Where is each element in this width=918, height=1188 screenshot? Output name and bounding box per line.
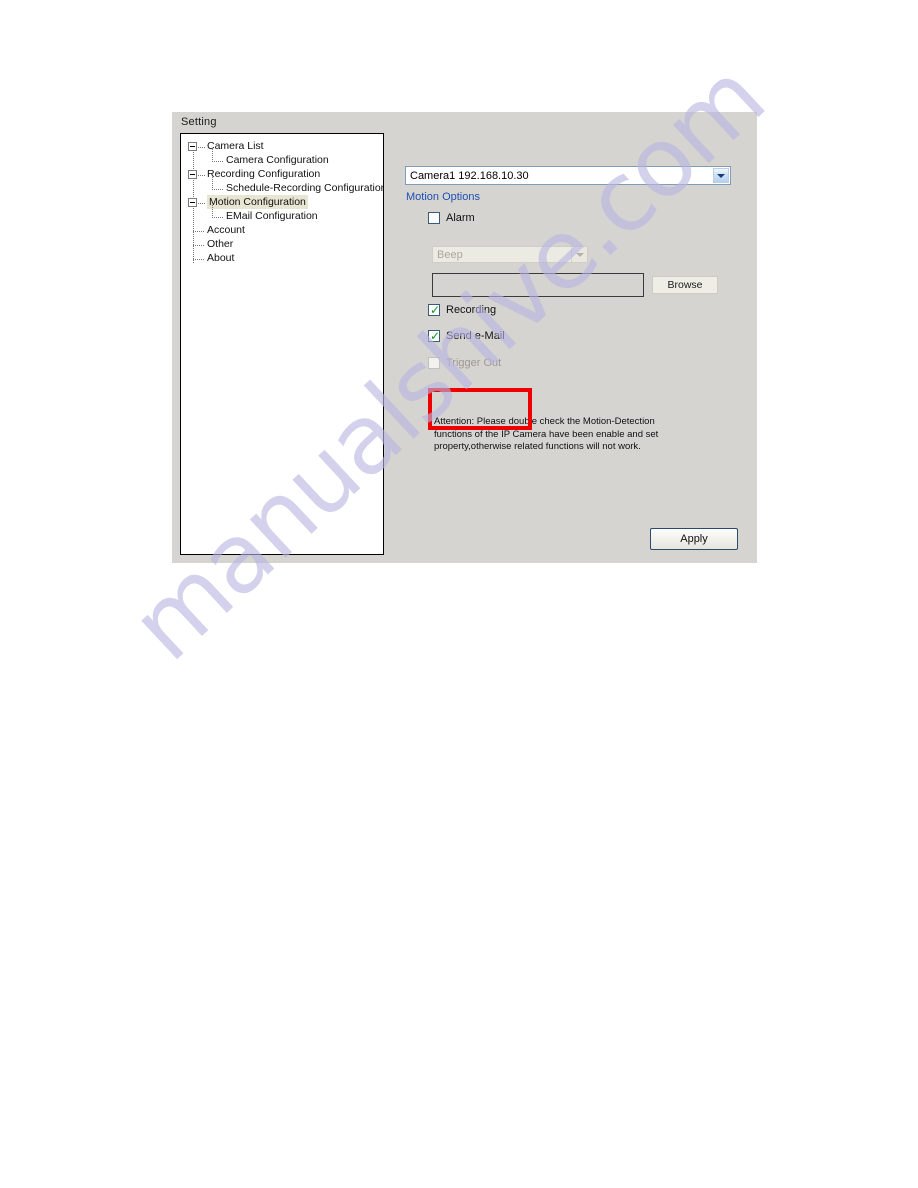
checkmark-icon: ✓ [430, 329, 441, 343]
browse-button[interactable]: Browse [652, 276, 718, 294]
trigger-out-checkbox-label: Trigger Out [446, 357, 502, 369]
tree-item-label: Other [207, 238, 234, 250]
sound-select[interactable]: Beep [432, 246, 588, 263]
expander-minus-icon[interactable] [188, 170, 197, 179]
tree-item-label: Motion Configuration [207, 195, 308, 209]
tree-item-other[interactable]: Other [181, 237, 383, 251]
checkbox-box[interactable] [428, 212, 440, 224]
send-email-checkbox[interactable]: ✓ Send e-Mail [428, 329, 528, 345]
chevron-down-icon [571, 247, 587, 262]
tree-item-email-configuration[interactable]: EMail Configuration [181, 205, 383, 223]
tree-connector [212, 217, 223, 219]
tree-item-camera-configuration[interactable]: Camera Configuration [181, 149, 383, 167]
camera-select[interactable]: Camera1 192.168.10.30 [405, 166, 731, 185]
tree-item-label: Account [207, 224, 245, 236]
settings-tree-panel[interactable]: Camera List Camera Configuration Recordi… [180, 133, 384, 555]
tree-connector [212, 149, 214, 160]
tree-connector [212, 205, 214, 216]
path-input[interactable] [432, 273, 644, 297]
checkmark-icon: ✓ [430, 303, 441, 317]
checkbox-box[interactable]: ✓ [428, 304, 440, 316]
alarm-checkbox-label: Alarm [446, 212, 475, 224]
tree-connector [198, 147, 205, 149]
camera-select-value: Camera1 192.168.10.30 [410, 170, 529, 182]
tree-connector [212, 161, 223, 163]
tree-item-label: About [207, 252, 235, 264]
motion-options-label: Motion Options [406, 191, 480, 203]
recording-checkbox-label: Recording [446, 304, 497, 316]
send-email-checkbox-label: Send e-Mail [446, 330, 505, 342]
motion-configuration-pane: Camera1 192.168.10.30 Motion Options Ala… [400, 133, 748, 555]
tree-connector [198, 203, 205, 205]
recording-checkbox[interactable]: ✓ Recording [428, 303, 518, 319]
tree-item-account[interactable]: Account [181, 223, 383, 237]
alarm-checkbox[interactable]: Alarm [428, 211, 508, 227]
tree-connector [212, 177, 214, 188]
tree-item-label: Schedule-Recording Configuration [226, 182, 384, 194]
tree-item-label: Recording Configuration [207, 168, 321, 180]
tree-connector [193, 259, 204, 261]
sound-select-value: Beep [437, 249, 463, 261]
checkbox-box [428, 357, 440, 369]
tree-connector [193, 231, 204, 233]
tree-item-label: EMail Configuration [226, 210, 318, 222]
tree-connector [193, 245, 204, 247]
chevron-down-icon[interactable] [713, 168, 729, 183]
setting-dialog: Setting Camera List Camera Configuration… [172, 112, 757, 563]
apply-button[interactable]: Apply [650, 528, 738, 550]
tree-item-schedule-recording-configuration[interactable]: Schedule-Recording Configuration [181, 177, 384, 195]
tree-connector [212, 189, 223, 191]
checkbox-box[interactable]: ✓ [428, 330, 440, 342]
expander-minus-icon[interactable] [188, 198, 197, 207]
tree-item-label: Camera Configuration [226, 154, 329, 166]
tree-connector [198, 175, 205, 177]
trigger-out-checkbox[interactable]: Trigger Out [428, 356, 528, 372]
expander-minus-icon[interactable] [188, 142, 197, 151]
attention-note: Attention: Please double check the Motio… [434, 416, 659, 452]
group-box-title: Setting [181, 116, 217, 128]
tree-item-label: Camera List [207, 140, 264, 152]
tree-item-about[interactable]: About [181, 251, 383, 265]
